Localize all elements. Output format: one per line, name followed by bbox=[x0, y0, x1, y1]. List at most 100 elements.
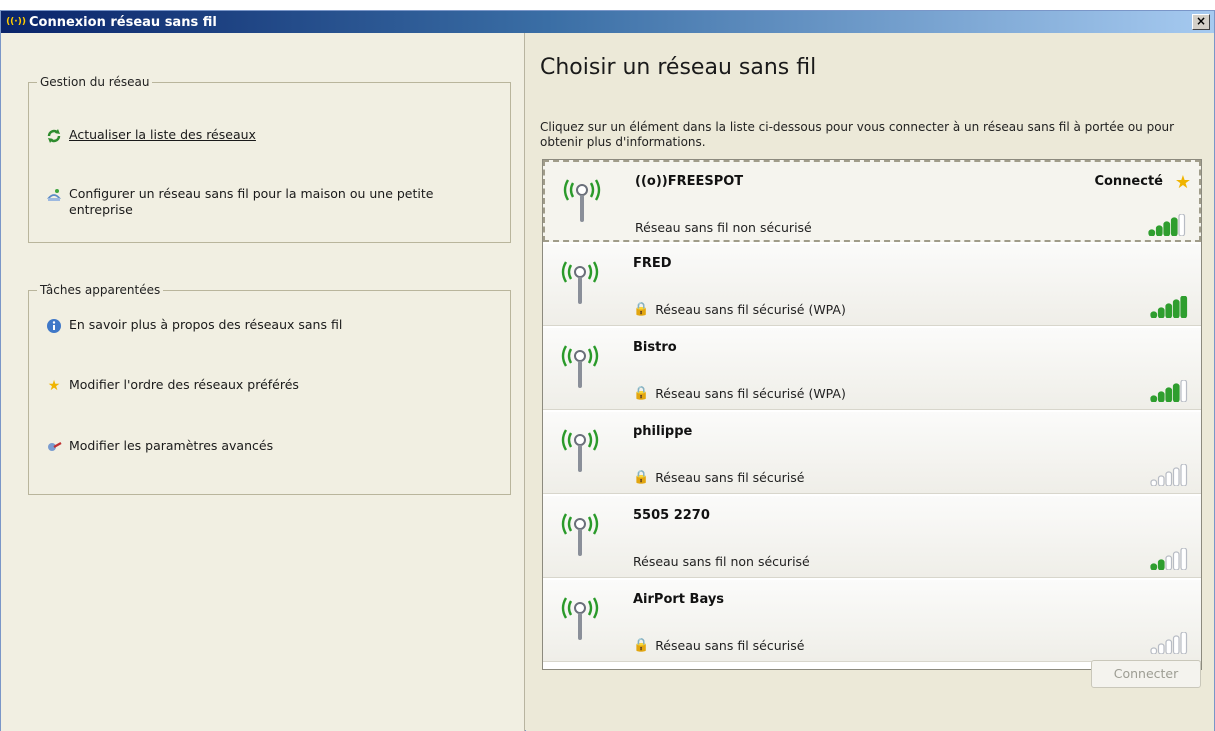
signal-bar bbox=[1180, 464, 1188, 486]
title-bar: ((·)) Connexion réseau sans fil × bbox=[1, 11, 1214, 33]
signal-bar bbox=[1172, 635, 1180, 654]
preferred-star-icon: ★ bbox=[1174, 172, 1191, 193]
security-status: 🔒 Réseau sans fil sécurisé (WPA) bbox=[633, 386, 846, 401]
lock-icon: 🔒 bbox=[633, 386, 650, 401]
security-label: Réseau sans fil sécurisé bbox=[655, 638, 805, 653]
signal-bar bbox=[1170, 217, 1178, 236]
security-label: Réseau sans fil non sécurisé bbox=[635, 220, 812, 235]
antenna-icon bbox=[561, 597, 599, 640]
refresh-network-list-link[interactable]: Actualiser la liste des réseaux bbox=[45, 127, 256, 145]
antenna-icon bbox=[563, 179, 601, 222]
page-title: Choisir un réseau sans fil bbox=[540, 55, 817, 80]
signal-bar bbox=[1157, 475, 1165, 486]
security-label: Réseau sans fil sécurisé (WPA) bbox=[655, 386, 846, 401]
signal-bar bbox=[1165, 471, 1173, 486]
setup-link-label: Configurer un réseau sans fil pour la ma… bbox=[69, 186, 434, 217]
preferred-order-link-label: Modifier l'ordre des réseaux préférés bbox=[69, 377, 299, 392]
signal-bar bbox=[1150, 647, 1158, 654]
signal-bar bbox=[1180, 380, 1188, 402]
signal-bar bbox=[1172, 551, 1180, 570]
security-status: 🔒 Réseau sans fil sécurisé (WPA) bbox=[633, 302, 846, 317]
signal-bar bbox=[1172, 467, 1180, 486]
lock-icon: 🔒 bbox=[633, 638, 650, 653]
signal-bar bbox=[1150, 395, 1158, 402]
setup-wireless-network-link[interactable]: Configurer un réseau sans fil pour la ma… bbox=[45, 186, 485, 218]
network-row[interactable]: Bistro 🔒 Réseau sans fil sécurisé (WPA) bbox=[543, 328, 1201, 410]
lock-icon: 🔒 bbox=[633, 302, 650, 317]
signal-bar bbox=[1150, 479, 1158, 486]
network-ssid: ((o))FREESPOT bbox=[635, 174, 744, 189]
group-legend: Gestion du réseau bbox=[37, 75, 153, 89]
network-ssid: 5505 2270 bbox=[633, 508, 710, 523]
learn-wireless-link[interactable]: En savoir plus à propos des réseaux sans… bbox=[45, 317, 342, 335]
learn-link-label: En savoir plus à propos des réseaux sans… bbox=[69, 317, 343, 332]
network-ssid: FRED bbox=[633, 256, 672, 271]
network-ssid: AirPort Bays bbox=[633, 592, 725, 607]
refresh-link-label: Actualiser la liste des réseaux bbox=[69, 127, 256, 142]
network-ssid: philippe bbox=[633, 424, 693, 439]
signal-strength-icon bbox=[1148, 214, 1186, 236]
wizard-icon bbox=[45, 186, 63, 204]
signal-bar bbox=[1157, 391, 1165, 402]
signal-bar bbox=[1157, 559, 1165, 570]
security-label: Réseau sans fil sécurisé (WPA) bbox=[655, 302, 846, 317]
connect-button[interactable]: Connecter bbox=[1091, 660, 1201, 688]
signal-bar bbox=[1157, 307, 1165, 318]
security-status: Réseau sans fil non sécurisé bbox=[633, 554, 810, 569]
signal-bar bbox=[1150, 311, 1158, 318]
star-icon: ★ bbox=[47, 378, 61, 394]
antenna-icon bbox=[561, 429, 599, 472]
security-label: Réseau sans fil non sécurisé bbox=[633, 554, 810, 569]
window-title: Connexion réseau sans fil bbox=[29, 14, 217, 30]
signal-bar bbox=[1163, 221, 1171, 236]
advanced-settings-link[interactable]: Modifier les paramètres avancés bbox=[45, 438, 273, 456]
related-tasks-group: Tâches apparentées En savoir plus à prop… bbox=[28, 283, 511, 495]
signal-bar bbox=[1148, 229, 1156, 236]
signal-strength-icon bbox=[1150, 464, 1188, 486]
security-status: 🔒 Réseau sans fil sécurisé bbox=[633, 638, 804, 653]
signal-bar bbox=[1172, 299, 1180, 318]
refresh-icon bbox=[45, 127, 63, 145]
signal-strength-icon bbox=[1150, 296, 1188, 318]
antenna-icon bbox=[561, 345, 599, 388]
network-list-pane: Choisir un réseau sans fil Cliquez sur u… bbox=[526, 33, 1214, 731]
signal-bar bbox=[1150, 563, 1158, 570]
group-legend: Tâches apparentées bbox=[37, 283, 164, 297]
antenna-icon bbox=[561, 261, 599, 304]
signal-bar bbox=[1172, 383, 1180, 402]
network-row[interactable]: AirPort Bays 🔒 Réseau sans fil sécurisé bbox=[543, 580, 1201, 662]
antenna-icon bbox=[561, 513, 599, 556]
connection-status: Connecté bbox=[1094, 174, 1163, 189]
signal-strength-icon bbox=[1150, 632, 1188, 654]
network-row[interactable]: 5505 2270 Réseau sans fil non sécurisé bbox=[543, 496, 1201, 578]
instructions-text: Cliquez sur un élément dans la liste ci-… bbox=[540, 120, 1175, 149]
advanced-settings-link-label: Modifier les paramètres avancés bbox=[69, 438, 274, 453]
network-row[interactable]: FRED 🔒 Réseau sans fil sécurisé (WPA) bbox=[543, 244, 1201, 326]
signal-bar bbox=[1180, 632, 1188, 654]
signal-bar bbox=[1165, 303, 1173, 318]
signal-bar bbox=[1155, 225, 1163, 236]
signal-bar bbox=[1180, 548, 1188, 570]
signal-bar bbox=[1165, 639, 1173, 654]
network-row[interactable]: ((o))FREESPOT Connecté ★ Réseau sans fil no… bbox=[543, 160, 1201, 242]
change-preferred-order-link[interactable]: ★ Modifier l'ordre des réseaux préférés bbox=[45, 377, 299, 395]
signal-bar bbox=[1178, 214, 1186, 236]
signal-bar bbox=[1165, 387, 1173, 402]
lock-icon: 🔒 bbox=[633, 470, 650, 485]
wireless-network-list[interactable]: ((o))FREESPOT Connecté ★ Réseau sans fil no… bbox=[542, 159, 1202, 670]
network-row[interactable]: philippe 🔒 Réseau sans fil sécurisé bbox=[543, 412, 1201, 494]
network-ssid: Bistro bbox=[633, 340, 677, 355]
close-button[interactable]: × bbox=[1192, 14, 1210, 30]
security-status: Réseau sans fil non sécurisé bbox=[635, 220, 812, 235]
tasks-pane: Gestion du réseau Actualiser la liste de… bbox=[1, 33, 525, 731]
settings-icon bbox=[45, 438, 63, 456]
signal-strength-icon bbox=[1150, 548, 1188, 570]
signal-bar bbox=[1165, 555, 1173, 570]
wireless-connection-window: ((·)) Connexion réseau sans fil × Gestio… bbox=[0, 10, 1215, 731]
info-icon bbox=[45, 317, 63, 335]
wireless-icon: ((·)) bbox=[6, 17, 26, 27]
security-status: 🔒 Réseau sans fil sécurisé bbox=[633, 470, 804, 485]
security-label: Réseau sans fil sécurisé bbox=[655, 470, 805, 485]
signal-strength-icon bbox=[1150, 380, 1188, 402]
signal-bar bbox=[1157, 643, 1165, 654]
